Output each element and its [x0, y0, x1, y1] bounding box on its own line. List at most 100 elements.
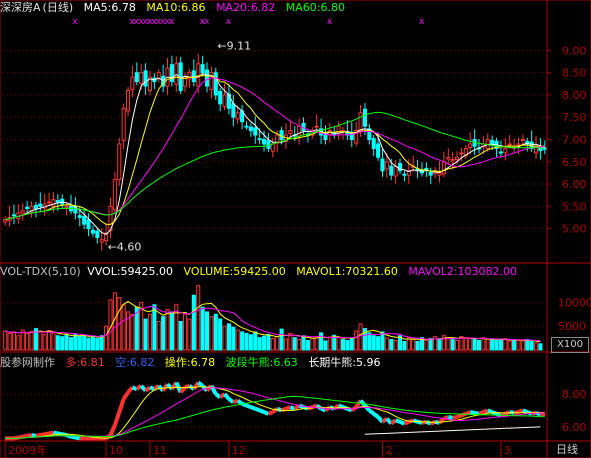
volume-bar [472, 339, 477, 351]
indicator-segment [254, 406, 261, 413]
indicator-segment [267, 410, 274, 416]
volume-bar [490, 339, 495, 351]
candle-body [520, 139, 525, 141]
volume-bar [178, 320, 183, 351]
x-tick-label: 3 [504, 444, 511, 457]
price-tick-label: 8.50 [562, 67, 587, 80]
volume-bar [253, 331, 258, 351]
signal-marker: x [72, 17, 78, 27]
candle-body [51, 199, 56, 207]
candle-body [222, 94, 227, 108]
price-tick-label: 9.00 [562, 44, 587, 57]
candle-body [490, 139, 495, 145]
candle-body [244, 125, 249, 128]
indicator-segment [478, 410, 485, 416]
volume-bar [152, 304, 157, 351]
candle-body [60, 198, 65, 205]
candle-body [99, 239, 104, 243]
volume-bar [384, 337, 389, 351]
period-tab[interactable]: 日线 [556, 441, 578, 457]
vvol-legend: VVOL:59425.00 [87, 265, 174, 278]
volume-bar [121, 304, 126, 351]
vol-title: VOL-TDX(5,10) [0, 265, 81, 278]
candle-body [82, 216, 87, 225]
volume-bar [240, 331, 245, 351]
volume-layer [3, 285, 543, 351]
volume-bar [143, 318, 148, 351]
volume-bar [520, 340, 525, 351]
volume-bar [257, 337, 262, 351]
volume-bar [169, 311, 174, 351]
volume-bar [393, 339, 398, 351]
indicator-segment [258, 408, 265, 414]
indicator-segment [293, 403, 301, 411]
x-tick-label: 12 [232, 444, 246, 457]
volume-bar [380, 331, 385, 351]
candle-body [371, 138, 376, 149]
candle-body [437, 172, 442, 176]
indicator-segment [117, 398, 126, 413]
signal-marker: x [419, 17, 425, 27]
volume-bar [244, 332, 249, 351]
indicator-segment [70, 434, 76, 440]
volume-tick-label: 10000 [558, 296, 591, 309]
candle-body [55, 200, 60, 203]
volume-bar [494, 339, 499, 351]
volume-unit-badge[interactable]: X100 [551, 337, 589, 353]
indicator-segment [53, 430, 59, 436]
candle-body [47, 201, 52, 204]
volume-bar [402, 340, 407, 351]
signal-marker: x [327, 17, 333, 27]
x-tick-label: 10 [109, 444, 123, 457]
candle-body [468, 143, 473, 149]
volume-bar [525, 339, 530, 351]
mavol1-legend: MAVOL1:70321.60 [296, 265, 398, 278]
volume-bar [450, 338, 455, 351]
x-tick-label: 2 [385, 444, 392, 457]
volume-tick-label: 5000 [558, 320, 586, 333]
candle-body [376, 143, 381, 158]
candle-body [77, 215, 82, 218]
candle-body [441, 161, 446, 175]
volume-bar [376, 336, 381, 351]
indicator-segment [285, 405, 292, 411]
indicator-segment [44, 431, 50, 437]
support-trendline [364, 426, 541, 435]
volume-bar [226, 323, 231, 351]
indicator-segment [22, 433, 28, 439]
volume-bar [297, 339, 302, 351]
volume-bar [275, 336, 280, 351]
volume-bar [147, 313, 153, 351]
volume-bar [99, 335, 104, 351]
candle-body [248, 126, 253, 132]
volume-bar [463, 337, 468, 351]
volume-bar [411, 339, 416, 351]
volume-bar [196, 285, 201, 351]
volume-bar [60, 336, 65, 351]
volume-bar [51, 332, 56, 351]
volume-bar [209, 316, 214, 351]
volume-bar [248, 334, 253, 351]
volume-bar [415, 340, 420, 351]
candle-body [261, 139, 267, 145]
candle-body [218, 90, 223, 105]
indicator-segment [126, 386, 134, 394]
indicator-segment [245, 403, 252, 410]
candle-body [450, 159, 455, 162]
candle-body [3, 219, 8, 223]
indicator-segment [522, 408, 528, 414]
stock-chart[interactable]: ←9.11 ←4.60 5.00 5.50 6.00 6.50 7.00 7.50 8.00 8… [0, 0, 591, 458]
indicator-segment [482, 408, 489, 414]
volume-bar [165, 309, 170, 351]
candle-body [38, 203, 43, 207]
signal-marker: x [226, 17, 232, 27]
indicator-segment [236, 398, 244, 406]
price-tick-label: 7.00 [562, 134, 587, 147]
candle-body [459, 152, 464, 155]
candle-body [235, 112, 240, 120]
indicator-segment [17, 434, 24, 440]
volume-bar [200, 306, 205, 351]
candle-body [90, 229, 95, 234]
price-tick-label: 7.50 [562, 111, 587, 124]
marker-layer: xxxxxxxxxxxxxxxx [72, 17, 425, 27]
